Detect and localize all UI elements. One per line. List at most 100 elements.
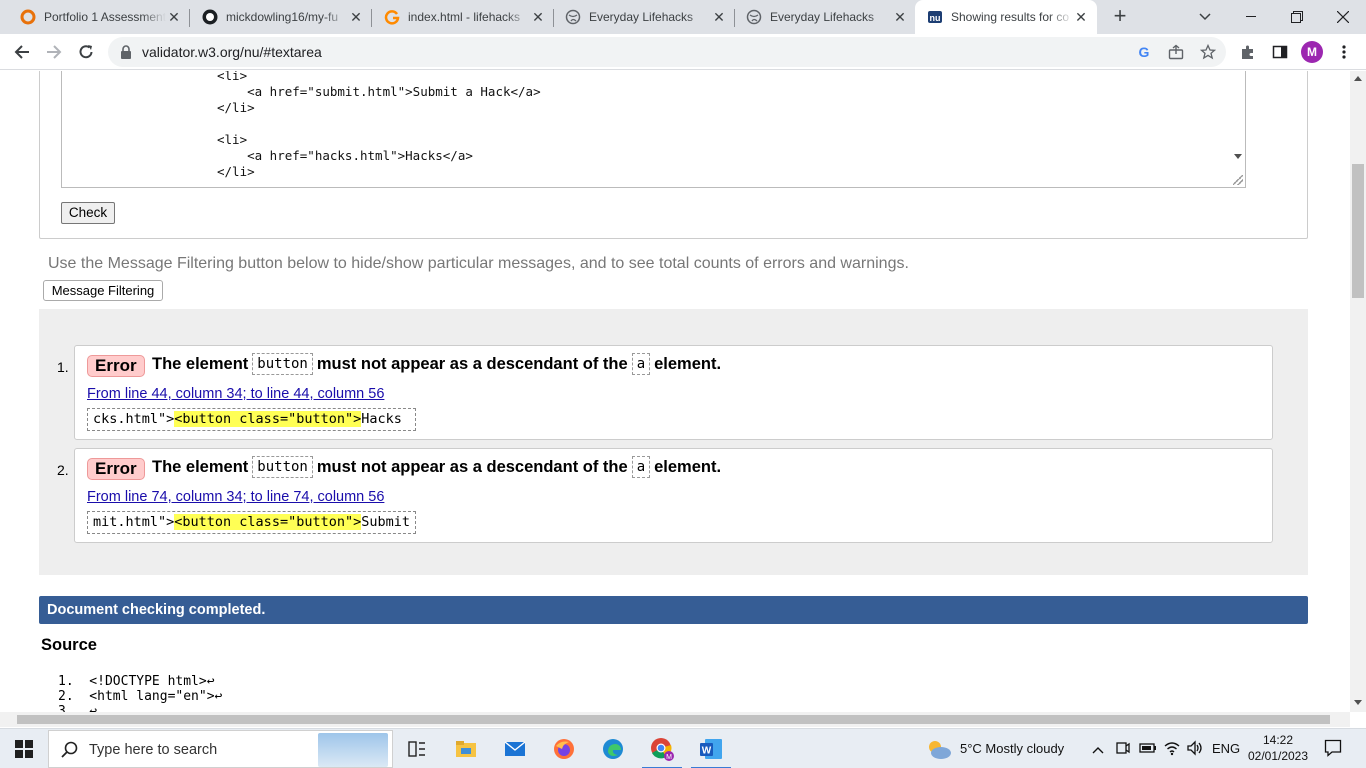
gitpod-icon	[384, 9, 400, 25]
vertical-scrollbar[interactable]	[1350, 71, 1366, 712]
source-line: 3. ↩	[58, 704, 98, 712]
source-line: 1. <!DOCTYPE html>↩	[58, 674, 215, 689]
address-bar[interactable]: validator.w3.org/nu/#textarea G	[108, 37, 1226, 67]
forward-button[interactable]	[40, 38, 68, 66]
svg-text:W: W	[702, 746, 712, 757]
tab-gitpod[interactable]: index.html - lifehacks ✕	[364, 0, 554, 34]
tab-title: index.html - lifehacks	[408, 10, 521, 24]
edge-icon[interactable]	[589, 729, 637, 768]
new-tab-button[interactable]: +	[1108, 5, 1132, 29]
wifi-icon[interactable]	[1163, 740, 1181, 759]
tab-search-chevron-icon[interactable]	[1182, 0, 1228, 34]
portfolio-icon	[20, 9, 36, 25]
close-icon[interactable]: ✕	[530, 9, 546, 25]
task-view-icon[interactable]	[393, 729, 441, 768]
reload-button[interactable]	[72, 38, 100, 66]
extract-post: Submit	[361, 514, 410, 530]
close-icon[interactable]: ✕	[348, 9, 364, 25]
file-explorer-icon[interactable]	[442, 729, 490, 768]
tab-validator-results[interactable]: nu Showing results for co ✕	[915, 0, 1097, 34]
taskbar-search-box[interactable]: Type here to search	[48, 730, 393, 768]
menu-kebab-icon[interactable]	[1334, 42, 1354, 62]
textarea-line: </li>	[217, 100, 255, 115]
windows-taskbar: Type here to search M W 5°C Mostly cloud…	[0, 728, 1366, 768]
source-heading: Source	[41, 636, 97, 654]
windows-start-icon[interactable]	[0, 729, 48, 768]
textarea-scroll-down-icon[interactable]	[1234, 154, 1242, 159]
message-number: 2.	[57, 462, 69, 478]
textarea-line: <li>	[217, 71, 248, 83]
textarea-line: <a href="submit.html">Submit a Hack</a>	[217, 84, 541, 99]
profile-avatar[interactable]: M	[1301, 41, 1323, 63]
battery-icon[interactable]	[1139, 741, 1157, 758]
side-panel-icon[interactable]	[1270, 42, 1290, 62]
textarea-line: <a href="hacks.html">Hacks</a>	[217, 148, 473, 163]
lock-icon[interactable]	[120, 45, 132, 62]
tab-everyday-lifehacks-1[interactable]: Everyday Lifehacks ✕	[545, 0, 735, 34]
tab-strip: Portfolio 1 Assessment ✕ mickdowling16/m…	[0, 0, 1366, 34]
message-code-element: a	[631, 456, 651, 478]
location-link[interactable]: From line 44, column 34; to line 44, col…	[87, 386, 384, 402]
weather-text[interactable]: 5°C Mostly cloudy	[960, 741, 1064, 756]
close-icon[interactable]: ✕	[892, 9, 908, 25]
minimize-button[interactable]	[1228, 0, 1274, 34]
close-icon[interactable]: ✕	[711, 9, 727, 25]
weather-cloud-icon[interactable]	[926, 738, 952, 763]
page-viewport: <li> <a href="submit.html">Submit a Hack…	[0, 71, 1350, 712]
bookmark-star-icon[interactable]	[1199, 43, 1217, 61]
tab-title: Everyday Lifehacks	[589, 10, 694, 24]
url-text[interactable]: validator.w3.org/nu/#textarea	[142, 44, 322, 60]
close-icon[interactable]: ✕	[166, 9, 182, 25]
google-translate-icon[interactable]: G	[1135, 43, 1153, 61]
mail-icon[interactable]	[491, 729, 539, 768]
search-placeholder: Type here to search	[89, 742, 218, 758]
message-code-element: button	[252, 353, 313, 375]
message-filtering-button[interactable]: Message Filtering	[43, 280, 163, 301]
source-textarea[interactable]: <li> <a href="submit.html">Submit a Hack…	[61, 71, 1246, 188]
scrollbar-thumb[interactable]	[17, 715, 1330, 724]
system-clock[interactable]: 14:22 02/01/2023	[1247, 732, 1309, 764]
tab-everyday-lifehacks-2[interactable]: Everyday Lifehacks ✕	[726, 0, 916, 34]
restore-button[interactable]	[1274, 0, 1320, 34]
source-line: 2. <html lang="en">↩	[58, 689, 223, 704]
volume-icon[interactable]	[1186, 740, 1204, 759]
extract-pre: mit.html">	[93, 514, 175, 530]
tab-title: Everyday Lifehacks	[770, 10, 875, 24]
tab-title: mickdowling16/my-fu	[226, 10, 339, 24]
textarea-line: <li>	[217, 132, 248, 147]
error-message: 2. Error The element button must not app…	[57, 448, 1273, 543]
resize-grip-icon[interactable]	[1233, 175, 1243, 185]
tab-portfolio[interactable]: Portfolio 1 Assessment ✕	[0, 0, 190, 34]
textarea-line: </li>	[217, 164, 255, 179]
scrollbar-thumb[interactable]	[1352, 164, 1364, 298]
error-badge: Error	[87, 458, 145, 480]
message-post: element.	[654, 354, 722, 373]
message-mid: must not appear as a descendant of the	[316, 354, 628, 373]
firefox-icon[interactable]	[540, 729, 588, 768]
tray-chevron-up-icon[interactable]	[1092, 742, 1104, 757]
extract-post: Hacks	[361, 411, 410, 427]
svg-text:G: G	[1139, 44, 1150, 60]
notifications-icon[interactable]	[1324, 739, 1342, 760]
check-button[interactable]: Check	[61, 202, 115, 224]
close-window-button[interactable]	[1320, 0, 1366, 34]
share-icon[interactable]	[1167, 43, 1185, 61]
svg-text:M: M	[666, 754, 672, 761]
scroll-up-icon[interactable]	[1354, 76, 1362, 81]
location-link[interactable]: From line 74, column 34; to line 74, col…	[87, 489, 384, 505]
tab-github[interactable]: mickdowling16/my-fu ✕	[182, 0, 372, 34]
word-icon[interactable]: W	[687, 729, 735, 768]
chrome-icon[interactable]: M	[638, 729, 686, 768]
message-code-element: a	[631, 353, 651, 375]
message-code-element: button	[252, 456, 313, 478]
tab-title: Portfolio 1 Assessment	[44, 10, 166, 24]
back-button[interactable]	[8, 38, 36, 66]
error-badge: Error	[87, 355, 145, 377]
meet-now-icon[interactable]	[1116, 740, 1130, 759]
language-indicator[interactable]: ENG	[1212, 741, 1240, 756]
close-icon[interactable]: ✕	[1073, 9, 1089, 25]
scroll-down-icon[interactable]	[1354, 700, 1362, 705]
message-pre: The element	[152, 457, 249, 476]
horizontal-scrollbar[interactable]	[0, 712, 1350, 727]
extensions-puzzle-icon[interactable]	[1238, 42, 1258, 62]
